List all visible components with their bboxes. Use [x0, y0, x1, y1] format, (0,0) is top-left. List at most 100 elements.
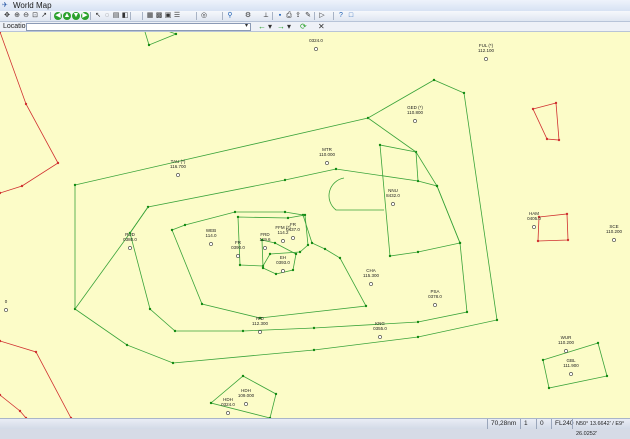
zoom-window-icon[interactable]: ⊡: [31, 12, 39, 20]
sector-node: [554, 101, 558, 105]
toolbar-separator: [50, 12, 51, 20]
forward-arrow-icon[interactable]: →: [277, 22, 285, 31]
overview-icon[interactable]: ▣: [164, 12, 172, 20]
navaid-point[interactable]: PSA0378.0: [428, 289, 442, 307]
navaid-point[interactable]: NNU8432.0: [386, 188, 400, 206]
play-icon[interactable]: ▷: [318, 12, 326, 20]
sector-connector: [415, 151, 419, 182]
refresh-icon[interactable]: ⟳: [300, 22, 307, 31]
restricted-node: [18, 409, 22, 413]
back-dropdown-icon[interactable]: ▾: [268, 22, 272, 31]
toolbar-separator: [90, 12, 91, 20]
navaid-point[interactable]: EH0393.0: [276, 255, 290, 273]
navaid-symbol: [281, 239, 285, 243]
sector-boundary[interactable]: [532, 102, 560, 141]
navaid-symbol: [369, 282, 373, 286]
forward-dropdown-icon[interactable]: ▾: [287, 22, 291, 31]
navaid-point[interactable]: HAM0405.0: [527, 211, 541, 229]
sector-node: [125, 343, 129, 347]
sector-node: [605, 374, 609, 378]
map-svg[interactable]: TAU (*)116.700 MTR110.000 GED (*)110.800 FU…: [0, 32, 630, 418]
navaid-frequency: 0324.0: [309, 38, 323, 43]
sector-boundary[interactable]: [537, 213, 569, 242]
navaid-point[interactable]: CHA115.300: [363, 268, 379, 286]
nav-back-icon[interactable]: ◀: [54, 12, 62, 20]
sector-boundary[interactable]: [142, 32, 178, 46]
sector-connector: [74, 232, 131, 310]
nav-down-icon[interactable]: ▼: [72, 12, 80, 20]
navaid-point[interactable]: 0: [4, 299, 8, 312]
navaid-point[interactable]: WUR110.200: [558, 335, 574, 353]
sector-node: [462, 91, 466, 95]
navaid-point[interactable]: HDH0324.0: [221, 397, 235, 415]
tools-icon[interactable]: ⚙: [244, 12, 252, 20]
navaid-point[interactable]: GED (*)110.800: [407, 105, 423, 123]
back-arrow-icon[interactable]: ←: [258, 22, 266, 31]
navaid-point[interactable]: RUD0380.0: [123, 232, 137, 250]
navaid-frequency: 0324.0: [221, 402, 235, 407]
location-dropdown-icon[interactable]: ▾: [245, 23, 248, 30]
navaid-point[interactable]: RID112.300: [252, 316, 268, 334]
navaid-point[interactable]: FRD119.6: [260, 232, 271, 250]
legend-icon[interactable]: ☰: [173, 12, 181, 20]
navaid-point[interactable]: FR0390.0: [231, 240, 245, 258]
ruler-icon[interactable]: ⟂: [262, 12, 270, 20]
toolbar-separator: [333, 12, 334, 20]
navaid-point[interactable]: MTR110.000: [319, 147, 335, 165]
map-icon[interactable]: ▦: [146, 12, 154, 20]
lasso-icon[interactable]: ◌: [103, 12, 111, 20]
pan-icon[interactable]: ✥: [3, 12, 11, 20]
navaid-point[interactable]: FUL (*)112.100: [478, 43, 494, 61]
print-icon[interactable]: ⎙: [285, 12, 293, 20]
layers-icon[interactable]: ▤: [112, 12, 120, 20]
navaid-symbol: [391, 202, 395, 206]
navaid-frequency: 115.300: [363, 273, 379, 278]
navaid-frequency: 0390.0: [231, 245, 245, 250]
sector-node: [557, 138, 561, 142]
toolbar-separator: [222, 12, 223, 20]
map-canvas[interactable]: TAU (*) 116.700 MTR 110.000 GED (*) 110.800 FU…: [0, 32, 630, 418]
sector-boundary[interactable]: [171, 211, 367, 319]
navaid-point[interactable]: GBL111.900: [563, 358, 579, 376]
nav-forward-icon[interactable]: ▶: [81, 12, 89, 20]
sector-node: [312, 348, 316, 352]
navaid-frequency: 110.200: [558, 340, 574, 345]
sector-node: [312, 326, 316, 330]
sector-node: [465, 310, 469, 314]
navaid-frequency: 0355.0: [373, 326, 387, 331]
zoom-out-icon[interactable]: ⊖: [22, 12, 30, 20]
toolbar-separator: [130, 12, 131, 20]
window-icon[interactable]: □: [347, 12, 355, 20]
sector-node: [147, 43, 151, 47]
view-dropdown-icon[interactable]: ◎: [200, 12, 208, 20]
help-icon[interactable]: ?: [337, 12, 345, 20]
save-icon[interactable]: ▪: [276, 12, 284, 20]
restricted-node: [24, 102, 28, 106]
navaid-frequency: 0437.0: [286, 227, 300, 232]
identify-icon[interactable]: ◧: [121, 12, 129, 20]
nav-up-icon[interactable]: ▲: [63, 12, 71, 20]
location-input[interactable]: [26, 23, 251, 31]
navaid-point[interactable]: HDH109.000: [238, 388, 255, 406]
select-icon[interactable]: ↖: [94, 12, 102, 20]
grid-icon[interactable]: ▩: [155, 12, 163, 20]
sector-node: [531, 107, 535, 111]
sector-node: [338, 256, 342, 260]
sector-boundary[interactable]: [129, 168, 468, 332]
close-x-icon[interactable]: ✕: [318, 22, 325, 31]
sector-node: [435, 184, 439, 188]
export-icon[interactable]: ⇪: [294, 12, 302, 20]
sector-node: [294, 252, 298, 256]
navaid-point[interactable]: 0324.0: [309, 38, 323, 51]
navaid-point[interactable]: TAU (*)116.700: [170, 159, 186, 177]
navaid-point[interactable]: SCE110.200: [606, 224, 622, 242]
filter-icon[interactable]: ⚲: [226, 12, 234, 20]
settings-icon[interactable]: ✎: [304, 12, 312, 20]
zoom-in-icon[interactable]: ⊕: [13, 12, 21, 20]
restricted-boundary: [0, 32, 59, 194]
measure-icon[interactable]: ↗: [40, 12, 48, 20]
sector-boundary[interactable]: [379, 144, 461, 257]
sector-node: [298, 250, 302, 254]
navaid-point[interactable]: WEB114.0: [206, 228, 217, 246]
sector-boundary[interactable]: [237, 214, 309, 267]
